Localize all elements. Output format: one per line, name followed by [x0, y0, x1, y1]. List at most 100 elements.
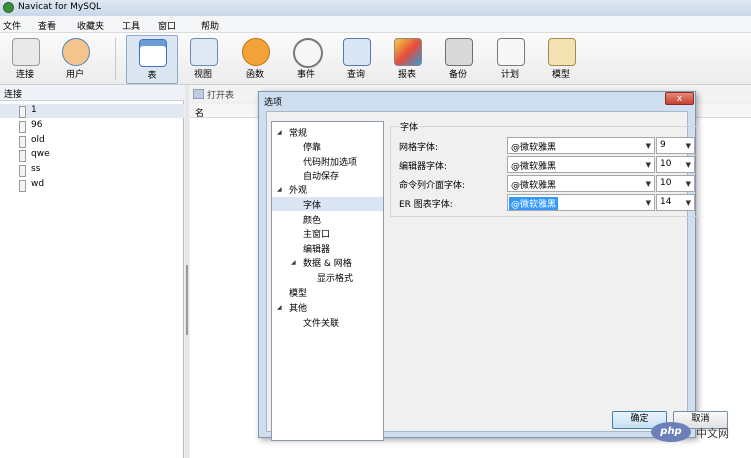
- grid-font-select[interactable]: @微软雅黑 ▼: [507, 137, 655, 154]
- editor-font-value: @微软雅黑: [511, 162, 557, 172]
- toolbar-label: 事件: [296, 70, 315, 80]
- connection-item[interactable]: wd: [0, 178, 184, 192]
- expand-triangle-icon[interactable]: ◢: [291, 259, 296, 266]
- expand-triangle-icon[interactable]: ◢: [277, 186, 282, 193]
- backup-icon: [445, 38, 473, 66]
- tree-item-color[interactable]: 颜色: [303, 213, 321, 226]
- er-font-select[interactable]: @微软雅黑 ▼: [507, 194, 655, 211]
- connection-name: qwe: [31, 149, 50, 159]
- tree-item-file-association[interactable]: 文件关联: [303, 316, 339, 329]
- connection-name: ss: [31, 164, 41, 174]
- menu-bar: 文件 查看 收藏夹 工具 窗口 帮助: [0, 16, 751, 33]
- tree-item-autosave[interactable]: 自动保存: [303, 169, 339, 182]
- menu-view[interactable]: 查看: [38, 19, 56, 32]
- watermark-site: 中文网: [696, 427, 729, 440]
- connection-item[interactable]: 96: [0, 119, 184, 133]
- query-icon: [343, 38, 371, 66]
- tree-item-model[interactable]: 模型: [289, 286, 307, 299]
- connection-db-icon: [19, 165, 26, 177]
- editor-font-size-select[interactable]: 10 ▼: [656, 156, 695, 173]
- editor-font-select[interactable]: @微软雅黑 ▼: [507, 156, 655, 173]
- toolbar-query-button[interactable]: 查询: [331, 35, 381, 82]
- tree-item-data-grid[interactable]: 数据 & 网格: [303, 256, 352, 269]
- connection-db-icon: [19, 106, 26, 118]
- grid-font-size-select[interactable]: 9 ▼: [656, 137, 695, 154]
- toolbar-event-button[interactable]: 事件: [281, 35, 331, 82]
- chevron-down-icon: ▼: [645, 180, 651, 188]
- tree-selection-highlight: [272, 197, 383, 211]
- grid-font-size-value: 9: [660, 140, 666, 150]
- toolbar-schedule-button[interactable]: 计划: [485, 35, 535, 82]
- expand-triangle-icon[interactable]: ◢: [277, 129, 282, 136]
- open-table-label: 打开表: [207, 91, 235, 101]
- app-icon: [3, 2, 14, 13]
- er-font-value: @微软雅黑: [509, 197, 559, 210]
- connections-header: 连接: [0, 85, 184, 101]
- schedule-icon: [497, 38, 525, 66]
- er-font-size-select[interactable]: 14 ▼: [656, 194, 695, 211]
- connection-item[interactable]: qwe: [0, 148, 184, 162]
- connection-item[interactable]: ss: [0, 163, 184, 177]
- menu-window[interactable]: 窗口: [158, 19, 176, 32]
- chevron-down-icon: ▼: [645, 142, 651, 150]
- event-icon: [293, 38, 323, 68]
- toolbar-connection-button[interactable]: 连接: [0, 35, 50, 82]
- toolbar-label: 表: [147, 71, 157, 81]
- tree-item-general[interactable]: 常规: [289, 126, 307, 139]
- toolbar-label: 报表: [397, 70, 416, 80]
- tree-item-font[interactable]: 字体: [303, 198, 321, 211]
- chevron-down-icon: ▼: [685, 142, 691, 150]
- tree-item-editor[interactable]: 编辑器: [303, 242, 330, 255]
- dialog-close-button[interactable]: x: [665, 92, 694, 105]
- grid-font-label: 网格字体:: [399, 143, 439, 153]
- expand-triangle-icon[interactable]: ◢: [277, 304, 282, 311]
- connection-icon: [12, 38, 40, 66]
- toolbar-view-button[interactable]: 视图: [178, 35, 228, 82]
- connection-item[interactable]: old: [0, 134, 184, 148]
- toolbar-label: 计划: [500, 70, 519, 80]
- connection-name: 96: [31, 120, 43, 130]
- connection-name: 1: [31, 105, 37, 115]
- tree-item-display-format[interactable]: 显示格式: [317, 271, 353, 284]
- tree-item-dock[interactable]: 停靠: [303, 140, 321, 153]
- tree-item-code-options[interactable]: 代码附加选项: [303, 155, 357, 168]
- splitter-grip[interactable]: [186, 265, 188, 335]
- menu-favorites[interactable]: 收藏夹: [77, 19, 104, 32]
- console-font-select[interactable]: @微软雅黑 ▼: [507, 175, 655, 192]
- connection-item[interactable]: 1: [0, 104, 184, 118]
- main-toolbar: 连接 用户 表 视图 函数 事件 查询 报表 备份 计划 模型: [0, 33, 751, 85]
- editor-font-label: 编辑器字体:: [399, 162, 448, 172]
- tree-item-other[interactable]: 其他: [289, 301, 307, 314]
- toolbar-user-button[interactable]: 用户: [50, 35, 100, 82]
- watermark: php 中文网: [651, 418, 751, 446]
- tree-item-main-window[interactable]: 主窗口: [303, 227, 330, 240]
- model-icon: [548, 38, 576, 66]
- toolbar-table-button[interactable]: 表: [126, 35, 178, 84]
- toolbar-backup-button[interactable]: 备份: [433, 35, 483, 82]
- function-icon: [242, 38, 270, 66]
- watermark-logo: php: [651, 422, 691, 442]
- window-title: Navicat for MySQL: [18, 2, 102, 12]
- menu-file[interactable]: 文件: [3, 19, 21, 32]
- open-table-button[interactable]: 打开表: [193, 88, 234, 101]
- connection-db-icon: [19, 150, 26, 162]
- toolbar-model-button[interactable]: 模型: [536, 35, 586, 82]
- toolbar-report-button[interactable]: 报表: [382, 35, 432, 82]
- chevron-down-icon: ▼: [645, 161, 651, 169]
- table-icon: [139, 39, 167, 67]
- console-font-size-select[interactable]: 10 ▼: [656, 175, 695, 192]
- column-header-name[interactable]: 名: [195, 106, 204, 119]
- er-font-size-value: 14: [660, 197, 672, 207]
- toolbar-label: 视图: [193, 70, 212, 80]
- chevron-down-icon: ▼: [685, 199, 691, 207]
- connection-db-icon: [19, 121, 26, 133]
- connection-name: old: [31, 135, 45, 145]
- toolbar-label: 连接: [15, 70, 34, 80]
- tree-item-appearance[interactable]: 外观: [289, 183, 307, 196]
- toolbar-function-button[interactable]: 函数: [230, 35, 280, 82]
- connection-db-icon: [19, 180, 26, 192]
- menu-help[interactable]: 帮助: [201, 19, 219, 32]
- menu-tools[interactable]: 工具: [122, 19, 140, 32]
- report-icon: [394, 38, 422, 66]
- toolbar-separator: [115, 38, 116, 80]
